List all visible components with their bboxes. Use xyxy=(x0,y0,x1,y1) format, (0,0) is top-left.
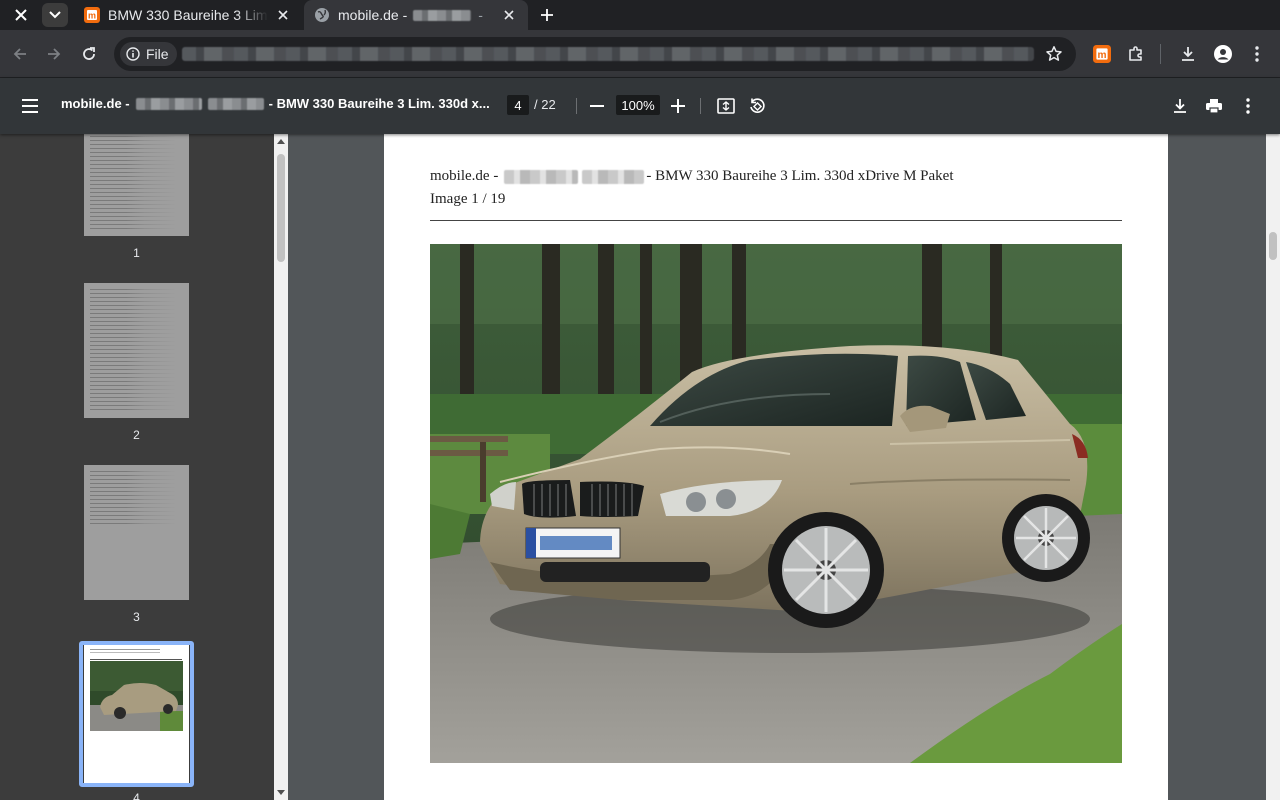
zoom-input[interactable]: 100% xyxy=(616,95,660,115)
thumbnail-image xyxy=(84,134,189,236)
page-heading: mobile.de - - BMW 330 Baureihe 3 Lim. 33… xyxy=(430,168,954,185)
download-icon xyxy=(1182,47,1194,61)
close-tab-icon[interactable] xyxy=(274,6,292,24)
thumbnail-label: 1 xyxy=(133,246,140,260)
thumbnail-image xyxy=(84,465,189,600)
more-vert-icon xyxy=(1246,98,1250,114)
pdf-more-button[interactable] xyxy=(1234,92,1262,120)
pdf-viewer: mobile.de - - BMW 330 Baureihe 3 Lim. 33… xyxy=(288,134,1266,800)
thumbnail-image xyxy=(84,283,189,418)
pdf-title-prefix: mobile.de - xyxy=(61,96,130,111)
redacted-text xyxy=(413,9,472,21)
pdf-title: mobile.de - - BMW 330 Baureihe 3 Lim. 33… xyxy=(61,96,490,111)
scrollbar-thumb[interactable] xyxy=(277,154,285,262)
print-icon xyxy=(1206,99,1222,114)
plus-icon xyxy=(671,99,685,113)
scroll-down-icon[interactable] xyxy=(277,790,285,796)
redacted-url xyxy=(182,47,1034,61)
heading-prefix: mobile.de - xyxy=(430,168,499,184)
redacted-text xyxy=(582,169,645,184)
mobile-de-extension-button[interactable]: m xyxy=(1088,40,1116,68)
image-counter: Image 1 / 19 xyxy=(430,191,506,207)
car-photo xyxy=(430,244,1122,763)
thumbnail-page-4[interactable] xyxy=(84,645,189,783)
site-info-chip[interactable]: File xyxy=(120,42,177,66)
tab-strip: m BMW 330 Baureihe 3 Lim. 330d xDrive M … xyxy=(0,0,1280,30)
viewer-scrollbar[interactable] xyxy=(1266,134,1280,800)
svg-text:m: m xyxy=(1098,50,1107,61)
tab-bmw-listing[interactable]: m BMW 330 Baureihe 3 Lim. 330d xDrive M … xyxy=(74,0,302,30)
print-button[interactable] xyxy=(1200,92,1228,120)
info-icon xyxy=(126,47,140,61)
fit-page-icon xyxy=(717,98,735,114)
redacted-text xyxy=(207,97,264,110)
new-tab-button[interactable] xyxy=(534,3,560,27)
tab-title-dash: - xyxy=(478,7,483,23)
profile-button[interactable] xyxy=(1209,40,1237,68)
thumbnail-page-3[interactable] xyxy=(84,465,189,600)
forward-button[interactable] xyxy=(40,40,68,68)
arrow-right-icon xyxy=(48,48,61,60)
thumbnail-label: 2 xyxy=(133,428,140,442)
thumbnail-sidebar: 1 2 3 4 xyxy=(0,134,274,800)
browser-toolbar: File m xyxy=(0,30,1280,78)
tab-title: BMW 330 Baureihe 3 Lim. 330d xDrive M Pa… xyxy=(108,7,268,23)
scheme-label: File xyxy=(146,46,169,62)
pdf-toolbar: mobile.de - - BMW 330 Baureihe 3 Lim. 33… xyxy=(0,78,1280,134)
arrow-left-icon xyxy=(13,48,26,60)
zoom-in-button[interactable] xyxy=(664,92,692,120)
scroll-up-icon[interactable] xyxy=(277,138,285,144)
divider xyxy=(576,98,577,114)
fit-to-page-button[interactable] xyxy=(712,92,740,120)
address-bar[interactable]: File xyxy=(114,37,1076,71)
puzzle-icon xyxy=(1129,46,1142,61)
reload-icon xyxy=(83,47,95,60)
reload-button[interactable] xyxy=(75,40,103,68)
tab-search-icon[interactable] xyxy=(42,3,68,27)
heading-suffix: - BMW 330 Baureihe 3 Lim. 330d xDrive M … xyxy=(646,168,954,184)
extensions-button[interactable] xyxy=(1122,40,1150,68)
pdf-page: mobile.de - - BMW 330 Baureihe 3 Lim. 33… xyxy=(384,134,1168,800)
rotate-button[interactable] xyxy=(743,92,771,120)
sidebar-scrollbar[interactable] xyxy=(274,134,288,800)
thumbnail-label: 4 xyxy=(133,791,140,800)
mobile-de-icon: m xyxy=(84,7,100,23)
mobile-de-icon: m xyxy=(1093,45,1111,63)
globe-icon xyxy=(315,8,329,22)
tab-title: mobile.de - xyxy=(338,7,408,23)
more-vert-icon xyxy=(1255,46,1259,62)
redacted-text xyxy=(135,97,202,110)
thumbnail-page-1[interactable] xyxy=(84,134,189,236)
back-button[interactable] xyxy=(6,40,34,68)
pdf-download-button[interactable] xyxy=(1166,92,1194,120)
avatar-icon xyxy=(1214,45,1232,63)
rotate-icon xyxy=(750,98,765,113)
thumbnail-label: 3 xyxy=(133,610,140,624)
redacted-text xyxy=(504,169,579,184)
tab-mobile-pdf[interactable]: mobile.de - - xyxy=(304,0,528,30)
divider xyxy=(700,98,701,114)
pdf-title-suffix: - BMW 330 Baureihe 3 Lim. 330d x... xyxy=(268,96,490,111)
thumbnail-image xyxy=(84,645,189,783)
close-tab-icon[interactable] xyxy=(500,6,518,24)
close-window-icon[interactable] xyxy=(8,3,34,27)
scrollbar-thumb[interactable] xyxy=(1269,232,1277,260)
toolbar-divider xyxy=(1160,44,1161,64)
thumbnail-car-photo xyxy=(90,661,183,731)
plus-icon xyxy=(541,9,553,21)
minus-icon xyxy=(590,105,604,107)
menu-icon xyxy=(22,99,38,113)
svg-text:m: m xyxy=(88,11,96,21)
page-number-input[interactable]: 4 xyxy=(507,95,529,115)
page-total: / 22 xyxy=(534,97,556,112)
zoom-out-button[interactable] xyxy=(583,92,611,120)
download-icon xyxy=(1174,99,1186,113)
divider xyxy=(430,220,1122,221)
browser-menu-button[interactable] xyxy=(1243,40,1271,68)
downloads-button[interactable] xyxy=(1174,40,1202,68)
sidebar-toggle-button[interactable] xyxy=(16,92,44,120)
thumbnail-page-2[interactable] xyxy=(84,283,189,418)
bookmark-star-icon[interactable] xyxy=(1042,42,1066,66)
